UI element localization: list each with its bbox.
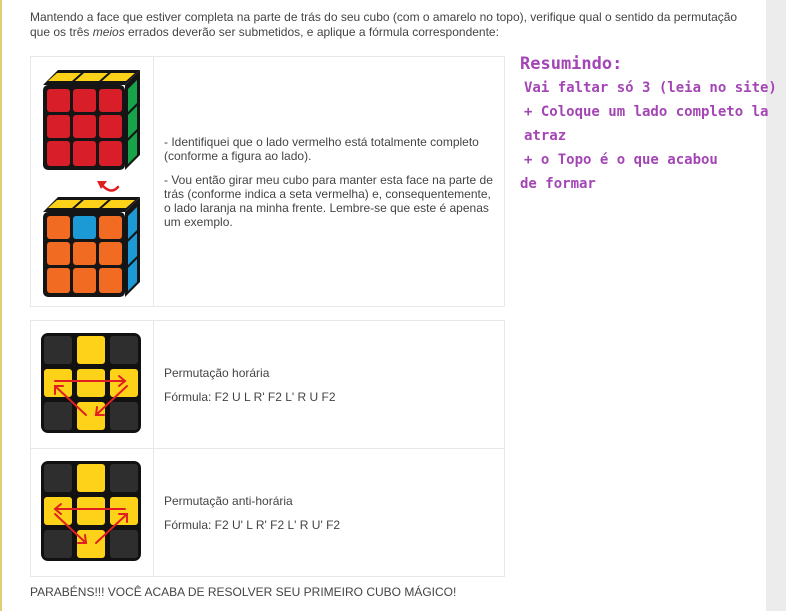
note-line-5: de formar	[520, 176, 596, 192]
clockwise-text-cell: Permutação horária Fórmula: F2 U L R' F2…	[153, 320, 505, 449]
intro-paragraph: Mantendo a face que estiver completa na …	[30, 10, 760, 40]
note-heading: Resumindo:	[520, 54, 623, 74]
orientation-step-table: - Identifiquei que o lado vermelho está …	[30, 56, 505, 307]
cube-orientation-illustration	[43, 70, 140, 297]
note-line-3: atraz	[524, 128, 567, 144]
intro-text-end: errados deverão ser submetidos, e apliqu…	[124, 25, 499, 39]
congratulations-text: PARABÉNS!!! VOCÊ ACABA DE RESOLVER SEU P…	[30, 585, 457, 599]
step-description-cell: - Identifiquei que o lado vermelho está …	[153, 56, 505, 307]
solved-red-face-cube	[43, 70, 140, 170]
step-paragraph-1: - Identifiquei que o lado vermelho está …	[164, 134, 479, 163]
clockwise-diagram-cell	[30, 320, 154, 449]
handwritten-summary-note: Resumindo: Vai faltar só 3 (leia no site…	[520, 52, 777, 196]
clockwise-permutation-diagram	[41, 333, 141, 433]
counterclockwise-diagram-cell	[30, 448, 154, 577]
note-line-4: + o Topo é o que acabou	[524, 152, 718, 168]
counterclockwise-permutation-diagram	[41, 461, 141, 561]
note-line-1: Vai faltar só 3 (leia no site)	[524, 80, 777, 96]
cube-images-cell	[30, 56, 154, 307]
counterclockwise-title: Permutação anti-horária	[164, 493, 293, 508]
rotation-arrow-icon	[100, 183, 120, 192]
rotated-orange-face-cube	[43, 197, 140, 297]
left-border-line	[0, 0, 2, 611]
step-paragraph-2: - Vou então girar meu cubo para manter e…	[164, 172, 493, 229]
clockwise-formula: Fórmula: F2 U L R' F2 L' R U F2	[164, 389, 336, 404]
counterclockwise-text-cell: Permutação anti-horária Fórmula: F2 U' L…	[153, 448, 505, 577]
counterclockwise-formula: Fórmula: F2 U' L R' F2 L' R U' F2	[164, 517, 341, 532]
intro-emphasis: meios	[92, 25, 125, 39]
permutation-formulas-table: Permutação horária Fórmula: F2 U L R' F2…	[30, 320, 505, 577]
note-line-2: + Coloque um lado completo la	[524, 104, 769, 120]
clockwise-title: Permutação horária	[164, 365, 270, 380]
